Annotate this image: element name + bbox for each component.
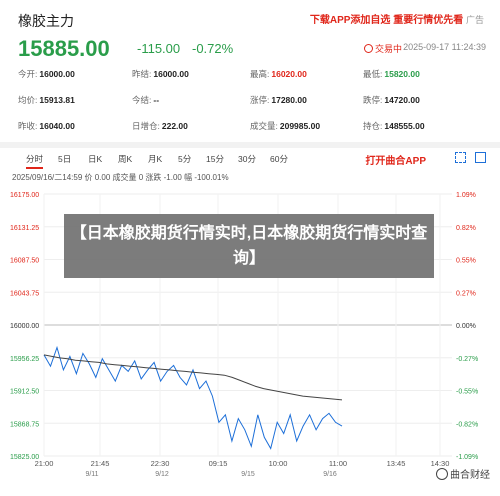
tab-0[interactable]: 分时 bbox=[26, 153, 44, 169]
settings-icon[interactable] bbox=[475, 152, 486, 163]
pct-tick-label: 0.55% bbox=[456, 258, 476, 265]
x-tick-label: 11:00 bbox=[329, 459, 347, 468]
stat-item: 最低: 15820.00 bbox=[363, 68, 420, 80]
tab-3[interactable]: 周K bbox=[118, 153, 132, 165]
last-price: 15885.00 bbox=[18, 36, 110, 61]
trading-status: 交易中 bbox=[364, 42, 402, 55]
tab-8[interactable]: 60分 bbox=[270, 153, 288, 165]
stat-item: 成交量: 209985.00 bbox=[250, 120, 320, 132]
date-tick-label: 9/16 bbox=[323, 471, 337, 476]
stat-label: 跌停: bbox=[363, 95, 383, 105]
stat-label: 今结: bbox=[132, 95, 152, 105]
stat-label: 均价: bbox=[18, 95, 38, 105]
stat-label: 昨结: bbox=[132, 69, 152, 79]
stats-grid: 今开: 16000.00 昨结: 16000.00 最高: 16020.00 最低: 1582… bbox=[18, 68, 488, 146]
stat-value: 15820.00 bbox=[384, 69, 420, 79]
stat-value: 17280.00 bbox=[271, 95, 307, 105]
ad-label: 广告 bbox=[465, 15, 484, 25]
y-tick-label: 16131.25 bbox=[10, 225, 39, 232]
open-app-button[interactable]: 打开曲合APP bbox=[365, 152, 426, 167]
stat-label: 成交量: bbox=[250, 121, 278, 131]
stat-label: 最低: bbox=[363, 69, 383, 79]
pct-tick-label: 0.82% bbox=[456, 225, 476, 232]
price-change: -115.00 bbox=[137, 41, 181, 56]
stat-value: 16000.00 bbox=[39, 69, 75, 79]
pct-tick-label: -0.55% bbox=[456, 389, 478, 396]
stat-value: 16020.00 bbox=[271, 69, 307, 79]
stats-row: 今开: 16000.00 昨结: 16000.00 最高: 16020.00 最低: 1582… bbox=[18, 68, 488, 94]
article-title-overlay: 【日本橡胶期货行情实时,日本橡胶期货行情实时查询】 bbox=[64, 214, 434, 278]
pct-tick-label: -0.27% bbox=[456, 356, 478, 363]
stat-value: 222.00 bbox=[161, 121, 188, 131]
stat-item: 今结: -- bbox=[132, 94, 159, 106]
tab-6[interactable]: 15分 bbox=[206, 153, 224, 165]
stat-label: 日增仓: bbox=[132, 121, 160, 131]
x-tick-label: 21:00 bbox=[35, 459, 54, 468]
y-tick-label: 16175.00 bbox=[10, 192, 39, 199]
tab-4[interactable]: 月K bbox=[148, 153, 162, 165]
clock-icon bbox=[364, 44, 373, 53]
stat-label: 涨停: bbox=[250, 95, 270, 105]
stat-item: 涨停: 17280.00 bbox=[250, 94, 307, 106]
watermark: 曲合财经 bbox=[436, 466, 490, 481]
stat-value: 16000.00 bbox=[153, 69, 189, 79]
stat-label: 昨收: bbox=[18, 121, 38, 131]
stat-value: 209985.00 bbox=[279, 121, 321, 131]
stat-item: 昨收: 16040.00 bbox=[18, 120, 75, 132]
chart-tabs: 60分 30分 15分 5分 月K 周K 日K 5日 分时 打开曲合APP bbox=[14, 150, 494, 169]
stat-value: 15913.81 bbox=[39, 95, 75, 105]
price-line bbox=[43, 345, 343, 450]
x-tick-label: 09:15 bbox=[209, 459, 228, 468]
stat-value: -- bbox=[153, 95, 160, 105]
divider bbox=[0, 142, 500, 148]
date-tick-label: 9/15 bbox=[241, 471, 255, 476]
price-change-pct: -0.72% bbox=[192, 41, 234, 56]
pct-tick-label: 1.09% bbox=[456, 192, 476, 199]
fullscreen-icon[interactable] bbox=[455, 152, 466, 163]
stat-value: 14720.00 bbox=[384, 95, 420, 105]
tab-5[interactable]: 5分 bbox=[178, 153, 191, 165]
stat-item: 跌停: 14720.00 bbox=[363, 94, 420, 106]
stat-value: 16040.00 bbox=[39, 121, 75, 131]
stat-item: 昨结: 16000.00 bbox=[132, 68, 189, 80]
stat-item: 今开: 16000.00 bbox=[18, 68, 75, 80]
chart-crosshair-info: 2025/09/16/二14:59 价 0.00 成交量 0 涨跌 -1.00 … bbox=[12, 173, 229, 182]
y-tick-label: 16043.75 bbox=[10, 290, 39, 297]
date-tick-label: 9/11 bbox=[85, 471, 98, 476]
stat-label: 最高: bbox=[250, 69, 270, 79]
stat-item: 持仓: 148555.00 bbox=[363, 120, 425, 132]
stat-label: 今开: bbox=[18, 69, 38, 79]
y-tick-label: 15956.25 bbox=[10, 356, 39, 363]
y-tick-label: 16000.00 bbox=[10, 323, 39, 330]
y-tick-label: 15868.75 bbox=[10, 421, 39, 428]
stat-item: 日增仓: 222.00 bbox=[132, 120, 188, 132]
tab-7[interactable]: 30分 bbox=[238, 153, 256, 165]
y-tick-label: 16087.50 bbox=[10, 258, 39, 265]
quote-time: 2025-09-17 11:24:39 bbox=[403, 42, 486, 52]
x-tick-label: 13:45 bbox=[387, 459, 406, 468]
average-line bbox=[43, 354, 343, 401]
download-app-promo[interactable]: 下载APP添加自选 重要行情优先看 广告 bbox=[310, 11, 484, 26]
date-tick-label: 9/12 bbox=[155, 471, 169, 476]
tab-1[interactable]: 5日 bbox=[58, 153, 71, 165]
x-tick-label: 21:45 bbox=[91, 459, 110, 468]
y-tick-label: 15912.50 bbox=[10, 389, 39, 396]
pct-tick-label: -1.09% bbox=[456, 454, 478, 461]
header: 橡胶主力 下载APP添加自选 重要行情优先看 广告 bbox=[0, 0, 500, 34]
pct-tick-label: -0.82% bbox=[456, 421, 478, 428]
stat-label: 持仓: bbox=[363, 121, 383, 131]
page-title: 橡胶主力 bbox=[18, 13, 74, 29]
x-tick-label: 22:30 bbox=[151, 459, 170, 468]
pct-tick-label: 0.27% bbox=[456, 290, 476, 297]
stats-row: 均价: 15913.81 今结: -- 涨停: 17280.00 跌停: 14720.00 bbox=[18, 94, 488, 120]
stat-item: 最高: 16020.00 bbox=[250, 68, 307, 80]
logo-icon bbox=[436, 468, 448, 480]
tab-2[interactable]: 日K bbox=[88, 153, 102, 165]
pct-tick-label: 0.00% bbox=[456, 323, 476, 330]
x-tick-label: 10:00 bbox=[269, 459, 288, 468]
stat-value: 148555.00 bbox=[384, 121, 425, 131]
promo-text[interactable]: 下载APP添加自选 重要行情优先看 bbox=[310, 15, 463, 26]
stat-item: 均价: 15913.81 bbox=[18, 94, 75, 106]
